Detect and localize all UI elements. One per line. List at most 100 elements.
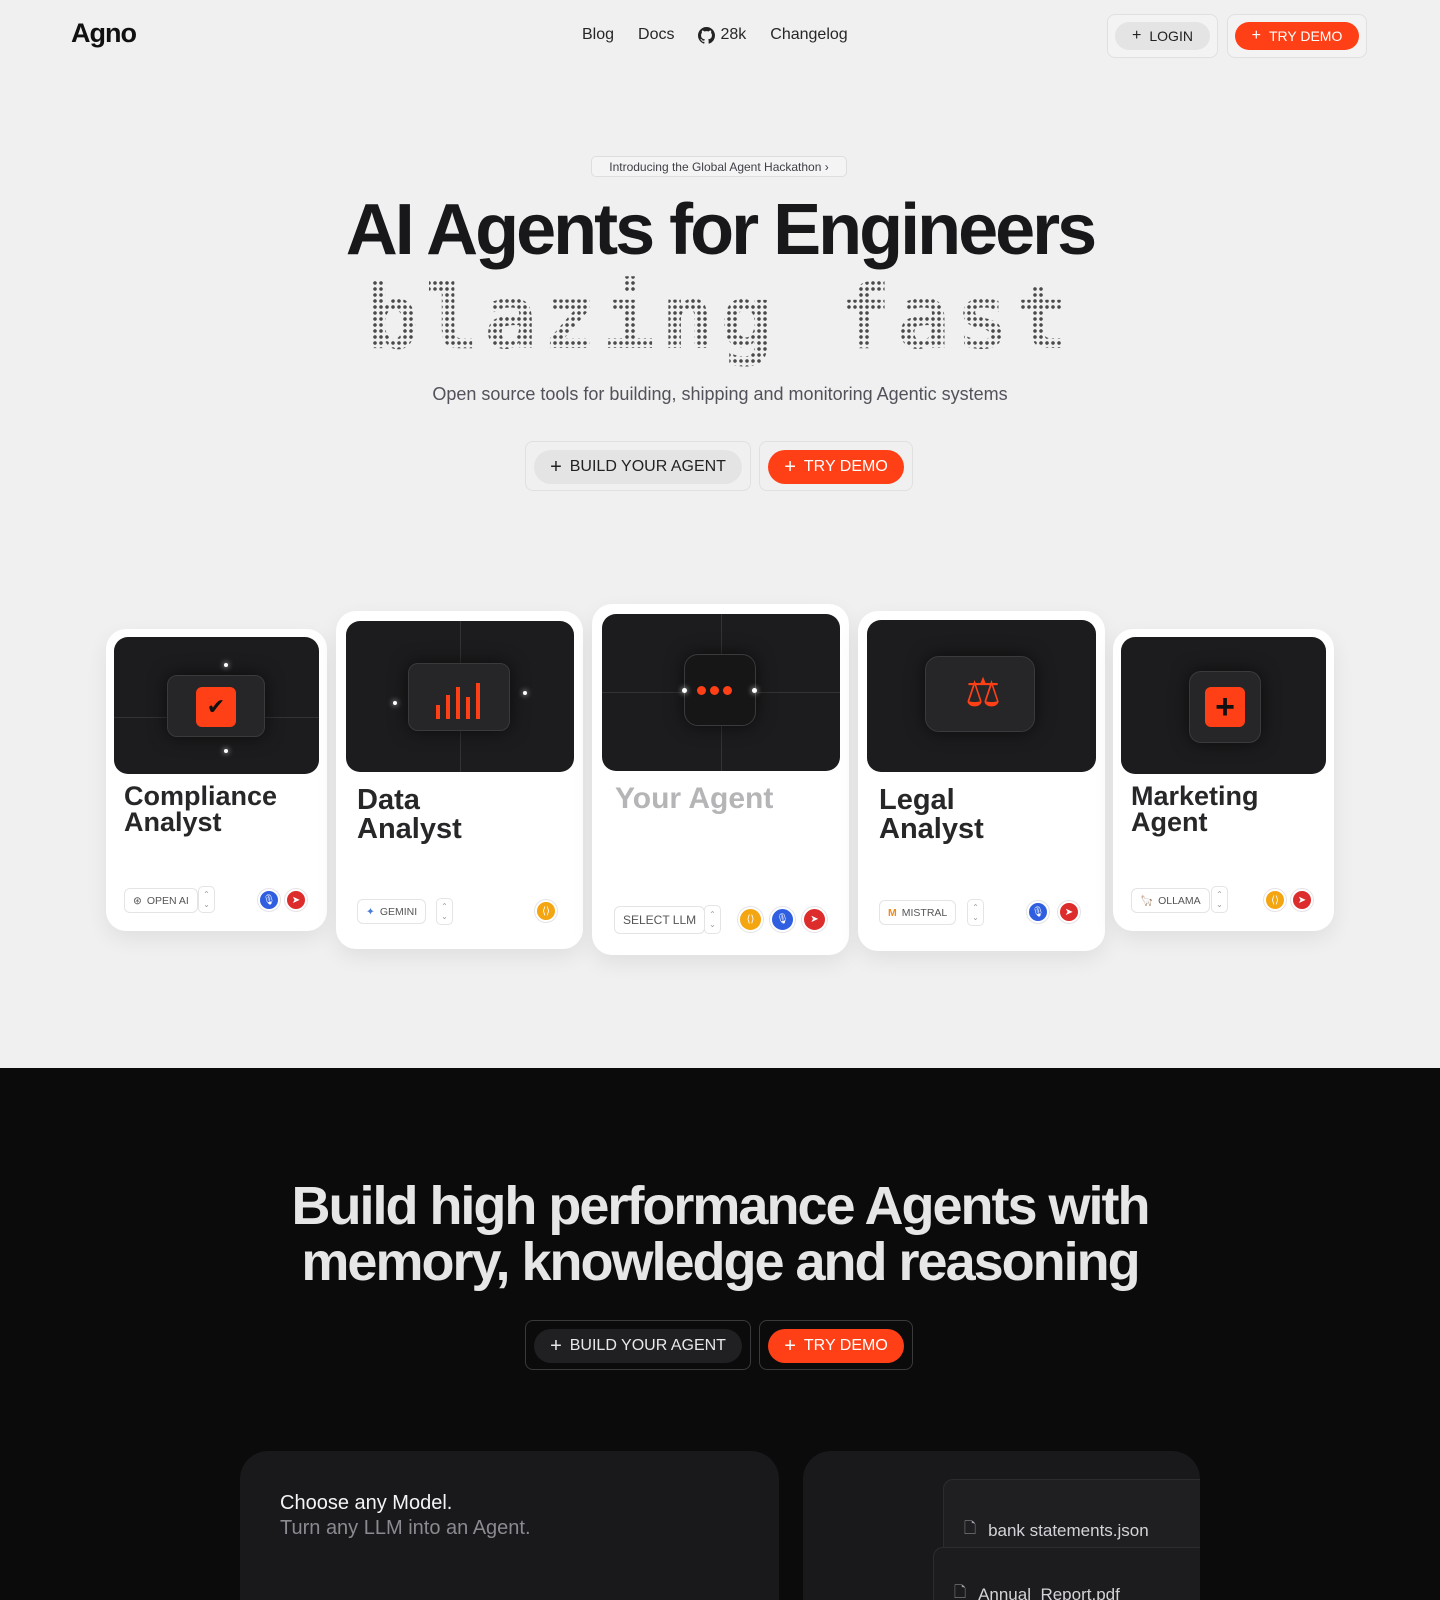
chevron-up-icon: ⌃ bbox=[1216, 889, 1223, 899]
send-icon[interactable]: ➤ bbox=[802, 907, 827, 932]
file-item[interactable]: 🗋 bank statements.json bbox=[964, 1518, 1149, 1543]
plus-icon: + bbox=[1205, 687, 1245, 727]
microphone-icon[interactable]: 🎙 bbox=[1027, 901, 1049, 923]
send-icon[interactable]: ➤ bbox=[1058, 901, 1080, 923]
card-illustration: ✔ bbox=[114, 637, 319, 774]
try-demo-button[interactable]: + TRY DEMO bbox=[768, 450, 904, 484]
chevron-down-icon: ⌄ bbox=[441, 911, 448, 921]
plus-icon: + bbox=[1132, 27, 1142, 44]
login-label: LOGIN bbox=[1149, 28, 1193, 44]
bar-chart-icon bbox=[436, 683, 480, 719]
microphone-icon[interactable]: 🎙 bbox=[770, 907, 795, 932]
openai-icon: ⊛ bbox=[133, 894, 142, 907]
nav-github-link[interactable]: 28k bbox=[698, 26, 746, 44]
login-button[interactable]: + LOGIN bbox=[1115, 22, 1210, 50]
model-panel: Choose any Model. Turn any LLM into an A… bbox=[240, 1451, 779, 1600]
hero-subtitle: Open source tools for building, shipping… bbox=[432, 384, 1008, 404]
ellipsis-icon bbox=[697, 686, 732, 695]
plus-icon: + bbox=[784, 1334, 796, 1357]
chevron-down-icon: ⌄ bbox=[972, 912, 979, 922]
model-selector[interactable]: ✦ GEMINI bbox=[357, 899, 427, 924]
model-selector[interactable]: M MISTRAL bbox=[879, 900, 957, 925]
model-stepper[interactable]: ⌃ ⌄ bbox=[436, 898, 453, 925]
chevron-down-icon: ⌄ bbox=[709, 919, 716, 929]
model-selector[interactable]: SELECT LLM bbox=[614, 906, 706, 934]
code-icon[interactable]: ⟨⟩ bbox=[1264, 889, 1286, 911]
nav-docs-link[interactable]: Docs bbox=[638, 26, 674, 44]
login-button-frame: + LOGIN bbox=[1107, 14, 1218, 58]
plus-icon: + bbox=[550, 455, 562, 478]
mistral-icon: M bbox=[888, 906, 897, 919]
plus-icon: + bbox=[784, 455, 796, 478]
file-icon: 🗋 bbox=[954, 1584, 967, 1600]
model-stepper[interactable]: ⌃ ⌄ bbox=[1211, 886, 1228, 913]
model-panel-heading: Choose any Model. bbox=[280, 1492, 453, 1514]
model-stepper[interactable]: ⌃ ⌄ bbox=[198, 886, 215, 913]
agent-card-marketing[interactable]: + Marketing Agent 🦙 OLLAMA ⌃ ⌄ ⟨⟩ ➤ bbox=[1113, 629, 1334, 931]
try-demo-button-dark[interactable]: + TRY DEMO bbox=[768, 1329, 904, 1363]
agent-card-legal[interactable]: ⚖ Legal Analyst M MISTRAL ⌃ ⌄ 🎙 ➤ bbox=[858, 611, 1105, 951]
scales-icon: ⚖ bbox=[965, 671, 1001, 715]
model-selector[interactable]: ⊛ OPEN AI bbox=[124, 888, 198, 913]
github-icon bbox=[698, 26, 716, 44]
build-agent-button-dark[interactable]: + BUILD YOUR AGENT bbox=[534, 1329, 742, 1363]
agent-card-compliance[interactable]: ✔ Compliance Analyst ⊛ OPEN AI ⌃ ⌄ 🎙 ➤ bbox=[106, 629, 327, 931]
try-demo-label: TRY DEMO bbox=[803, 458, 888, 475]
chevron-down-icon: ⌄ bbox=[203, 899, 210, 909]
try-demo-frame-dark: + TRY DEMO bbox=[759, 1320, 913, 1370]
card-illustration: ⚖ bbox=[867, 620, 1096, 772]
code-icon[interactable]: ⟨⟩ bbox=[535, 900, 557, 922]
chevron-down-icon: ⌄ bbox=[1216, 899, 1223, 909]
features-title: Build high performance Agents with memory… bbox=[291, 1176, 1150, 1292]
code-icon[interactable]: ⟨⟩ bbox=[738, 907, 763, 932]
send-icon[interactable]: ➤ bbox=[285, 889, 307, 911]
build-agent-frame: + BUILD YOUR AGENT bbox=[525, 441, 751, 491]
file-item[interactable]: 🗋 Annual_Report.pdf bbox=[954, 1582, 1120, 1600]
build-agent-label: BUILD YOUR AGENT bbox=[569, 1337, 726, 1354]
hackathon-announcement[interactable]: Introducing the Global Agent Hackathon › bbox=[591, 156, 847, 177]
try-demo-frame: + TRY DEMO bbox=[759, 441, 913, 491]
file-card: 🗋 Annual_Report.pdf bbox=[933, 1547, 1200, 1600]
agno-logo[interactable]: Agno bbox=[71, 18, 137, 49]
model-selector[interactable]: 🦙 OLLAMA bbox=[1131, 888, 1210, 913]
github-stars: 28k bbox=[720, 26, 747, 43]
card-title: Data Analyst bbox=[357, 784, 462, 845]
gemini-icon: ✦ bbox=[366, 905, 375, 918]
try-demo-label: TRY DEMO bbox=[803, 1337, 888, 1354]
checkmark-icon: ✔ bbox=[196, 687, 236, 727]
model-stepper[interactable]: ⌃ ⌄ bbox=[967, 899, 984, 926]
hero-tagline: blazing fast bbox=[0, 268, 1440, 368]
file-icon: 🗋 bbox=[964, 1520, 977, 1537]
try-demo-header-frame: + TRY DEMO bbox=[1227, 14, 1367, 58]
try-demo-header-button[interactable]: + TRY DEMO bbox=[1235, 22, 1359, 50]
plus-icon: + bbox=[1251, 27, 1261, 44]
nav-blog-link[interactable]: Blog bbox=[582, 26, 614, 44]
send-icon[interactable]: ➤ bbox=[1291, 889, 1313, 911]
chevron-up-icon: ⌃ bbox=[972, 902, 979, 912]
top-nav: Blog Docs 28k Changelog bbox=[582, 26, 848, 44]
card-title: Your Agent bbox=[615, 782, 774, 815]
card-illustration bbox=[602, 614, 840, 771]
card-title: Marketing Agent bbox=[1131, 781, 1259, 837]
ollama-icon: 🦙 bbox=[1140, 895, 1154, 907]
hero-title: AI Agents for Engineers bbox=[345, 190, 1097, 270]
chevron-up-icon: ⌃ bbox=[441, 901, 448, 911]
plus-icon: + bbox=[550, 1334, 562, 1357]
model-stepper[interactable]: ⌃ ⌄ bbox=[704, 905, 721, 934]
card-title: Legal Analyst bbox=[879, 784, 984, 845]
chevron-up-icon: ⌃ bbox=[709, 909, 716, 919]
build-agent-label: BUILD YOUR AGENT bbox=[569, 458, 726, 475]
try-demo-label: TRY DEMO bbox=[1268, 28, 1343, 44]
agent-card-data[interactable]: Data Analyst ✦ GEMINI ⌃ ⌄ ⟨⟩ bbox=[336, 611, 583, 949]
microphone-icon[interactable]: 🎙 bbox=[258, 889, 280, 911]
card-title: Compliance Analyst bbox=[124, 781, 278, 837]
knowledge-panel: 🗋 bank statements.json 🗋 Annual_Report.p… bbox=[803, 1451, 1200, 1600]
card-illustration: + bbox=[1121, 637, 1326, 774]
nav-changelog-link[interactable]: Changelog bbox=[770, 26, 847, 44]
agent-card-your-agent[interactable]: Your Agent SELECT LLM ⌃ ⌄ ⟨⟩ 🎙 ➤ bbox=[592, 604, 849, 955]
build-agent-button[interactable]: + BUILD YOUR AGENT bbox=[534, 450, 742, 484]
build-agent-frame-dark: + BUILD YOUR AGENT bbox=[525, 1320, 751, 1370]
chevron-up-icon: ⌃ bbox=[203, 889, 210, 899]
card-illustration bbox=[346, 621, 574, 772]
model-panel-subheading: Turn any LLM into an Agent. bbox=[280, 1517, 531, 1539]
